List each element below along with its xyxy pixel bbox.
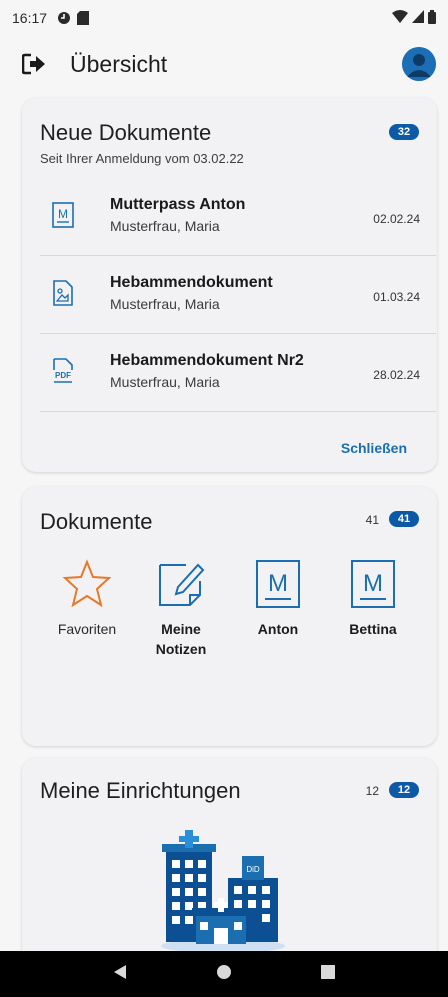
new-documents-badge: 32	[389, 124, 419, 140]
new-documents-card: Neue Dokumente 32 Seit Ihrer Anmeldung v…	[22, 98, 437, 472]
tile-label-line: Notizen	[155, 641, 207, 657]
app-bar: Übersicht	[0, 40, 448, 88]
close-button[interactable]: Schließen	[341, 440, 407, 456]
documents-count: 41	[365, 513, 379, 527]
tile-my-notes[interactable]: Meine Notizen	[141, 559, 221, 659]
svg-text:M: M	[363, 570, 383, 597]
new-documents-subtitle: Seit Ihrer Anmeldung vom 03.02.22	[40, 151, 244, 166]
tile-bettina[interactable]: M Bettina	[333, 559, 413, 639]
status-time: 16:17	[12, 10, 48, 26]
recents-icon[interactable]	[320, 964, 336, 985]
sync-icon	[57, 11, 71, 25]
tile-label-line: Meine	[161, 621, 201, 637]
star-icon	[62, 559, 112, 609]
status-right-icons	[392, 9, 436, 27]
tile-anton[interactable]: M Anton	[238, 559, 318, 639]
signal-icon	[412, 10, 424, 26]
note-edit-icon	[156, 559, 206, 609]
document-date: 01.03.24	[373, 290, 420, 304]
document-row[interactable]: PDF Hebammendokument Nr2 Musterfrau, Mar…	[40, 334, 436, 412]
document-title: Mutterpass Anton	[110, 196, 246, 213]
document-date: 28.02.24	[373, 368, 420, 382]
document-date: 02.02.24	[373, 212, 420, 226]
user-avatar-icon[interactable]	[402, 47, 436, 81]
new-documents-title: Neue Dokumente	[40, 120, 212, 145]
institutions-badge: 12	[389, 782, 419, 798]
illustration-text: DiD	[246, 865, 260, 874]
mutterpass-icon: M	[253, 559, 303, 609]
tile-label: Bettina	[349, 621, 397, 637]
svg-text:M: M	[268, 570, 288, 597]
document-row[interactable]: Hebammendokument Musterfrau, Maria 01.03…	[40, 256, 436, 334]
wifi-icon	[392, 10, 408, 26]
system-nav-bar	[0, 951, 448, 997]
documents-badge: 41	[389, 511, 419, 527]
document-title: Hebammendokument Nr2	[110, 352, 304, 369]
tile-label: Meine Notizen	[141, 619, 221, 659]
document-row[interactable]: M Mutterpass Anton Musterfrau, Maria 02.…	[40, 178, 436, 256]
status-bar: 16:17	[0, 0, 448, 36]
institutions-title: Meine Einrichtungen	[40, 778, 241, 803]
document-title: Hebammendokument	[110, 274, 273, 291]
home-icon[interactable]	[216, 964, 232, 985]
documents-card: Dokumente 41 41 Favoriten Meine Notizen	[22, 487, 437, 746]
pdf-document-icon: PDF	[52, 358, 74, 384]
svg-text:M: M	[58, 207, 68, 221]
tile-label: Favoriten	[57, 621, 117, 637]
logout-icon[interactable]	[22, 50, 50, 78]
tile-label: Anton	[257, 621, 299, 637]
tile-favorites[interactable]: Favoriten	[47, 559, 127, 639]
document-author: Musterfrau, Maria	[110, 218, 220, 234]
sd-card-icon	[77, 11, 90, 25]
image-document-icon	[52, 280, 74, 306]
institutions-count: 12	[365, 784, 379, 798]
back-icon[interactable]	[112, 964, 128, 985]
documents-title: Dokumente	[40, 509, 153, 534]
hospital-buildings-illustration: DiD	[158, 828, 288, 953]
document-author: Musterfrau, Maria	[110, 374, 220, 390]
page-title: Übersicht	[70, 50, 168, 77]
mutterpass-icon: M	[52, 202, 74, 228]
svg-text:PDF: PDF	[55, 371, 71, 380]
document-author: Musterfrau, Maria	[110, 296, 220, 312]
mutterpass-icon: M	[348, 559, 398, 609]
battery-icon	[428, 9, 436, 27]
